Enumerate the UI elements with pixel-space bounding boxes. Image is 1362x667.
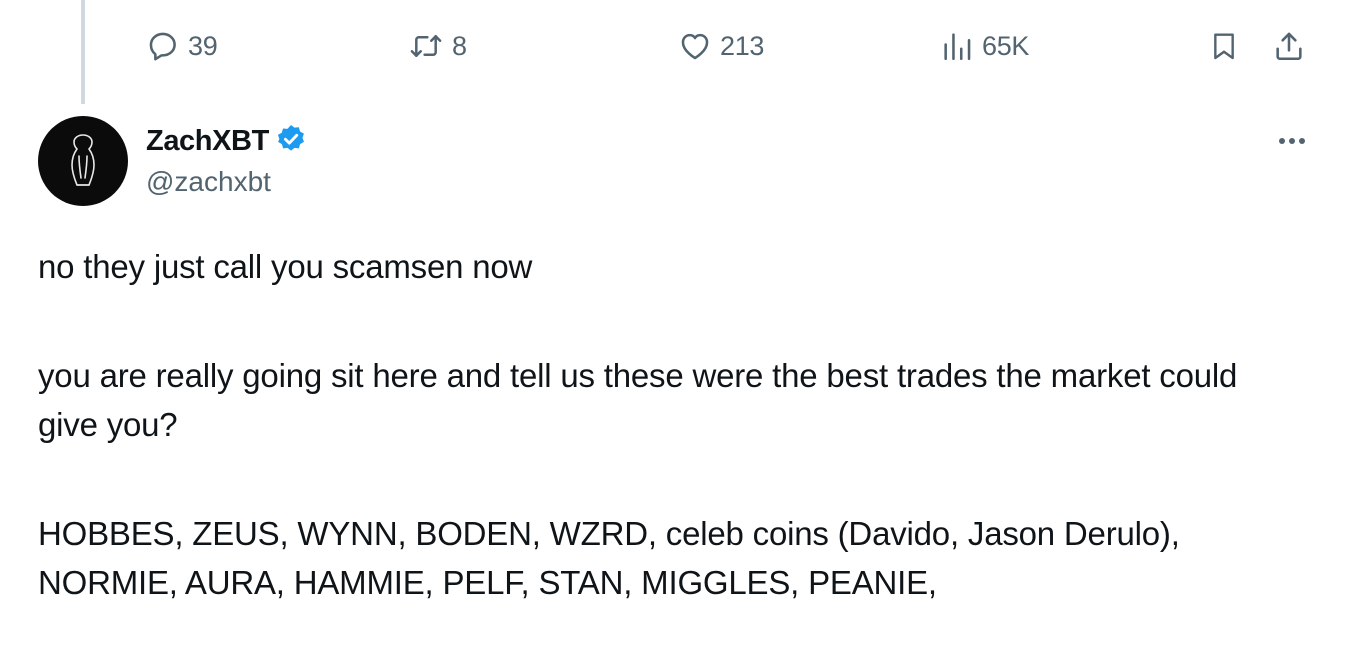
bookmark-button[interactable] <box>1208 26 1240 66</box>
more-dots-icon <box>1272 138 1312 160</box>
tweet-action-bar: 39 8 213 65K <box>146 26 1322 66</box>
bar-chart-icon <box>940 29 974 63</box>
speech-bubble-icon <box>146 29 180 63</box>
reply-count: 39 <box>188 30 218 61</box>
like-count: 213 <box>720 30 765 61</box>
repost-button[interactable]: 8 <box>408 26 467 66</box>
author-handle[interactable]: @zachxbt <box>146 166 307 198</box>
tweet-text: no they just call you scamsen now you ar… <box>38 242 1298 667</box>
tweet-paragraph: no they just call you scamsen now <box>38 248 533 285</box>
author-name-row: ZachXBT <box>146 122 307 160</box>
tweet-paragraph: HOBBES, ZEUS, WYNN, BODEN, WZRD, celeb c… <box>38 515 1180 601</box>
share-upload-icon <box>1272 29 1306 63</box>
reply-button[interactable]: 39 <box>146 26 218 66</box>
repost-arrows-icon <box>408 29 444 63</box>
heart-icon <box>678 29 712 63</box>
like-button[interactable]: 213 <box>678 26 764 66</box>
verified-check-badge-icon[interactable] <box>275 123 307 160</box>
views-button[interactable]: 65K <box>940 26 1029 66</box>
author-display-name[interactable]: ZachXBT <box>146 125 269 158</box>
views-count: 65K <box>982 30 1030 61</box>
more-options-button[interactable] <box>1272 126 1312 156</box>
thread-connector-line <box>81 0 85 104</box>
bookmark-icon <box>1208 29 1240 63</box>
avatar[interactable] <box>38 116 128 206</box>
tweet-author: ZachXBT @zachxbt <box>146 122 307 198</box>
repost-count: 8 <box>452 30 467 61</box>
share-button[interactable] <box>1272 26 1306 66</box>
tweet-paragraph: you are really going sit here and tell u… <box>38 357 1238 443</box>
